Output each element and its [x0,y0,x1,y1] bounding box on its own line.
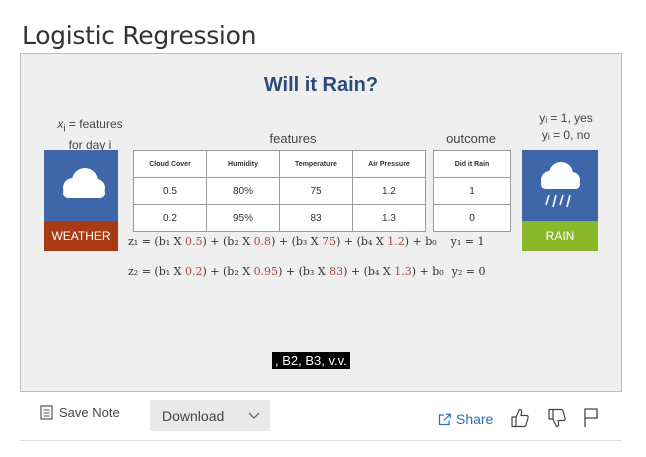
outcome-label: outcome [446,131,496,146]
eq-value: 1.3 [394,265,412,278]
table-row: 1 [433,177,511,205]
eq-value: 75 [322,235,337,248]
table-cell: 1 [433,177,511,205]
eq-text: z₁ = (b₁ X [128,235,185,248]
features-table: Cloud Cover Humidity Temperature Air Pre… [133,150,426,232]
table-cell: 1.2 [352,177,426,205]
eq-value: 1.2 [387,235,405,248]
features-label: features [269,131,317,146]
eq-value: 0.95 [253,265,279,278]
outcome-yes: yᵢ = 1, yes [539,111,593,125]
table-cell: 80% [206,177,280,205]
share-icon [438,413,451,426]
share-button[interactable]: Share [438,411,493,427]
flag-icon[interactable] [583,407,599,429]
table-cell: 0.5 [133,177,207,205]
eq-value: 0.5 [184,235,203,248]
note-icon [40,405,53,420]
header-temperature: Temperature [279,150,353,178]
video-toolbar: Save Note Download Share [0,392,646,442]
chevron-down-icon [248,412,260,419]
header-cloud-cover: Cloud Cover [133,150,207,178]
weather-card-image [44,150,118,221]
table-cell: 0.2 [133,204,207,232]
features-definition: xi = features for day i [45,116,135,153]
save-note-button[interactable]: Save Note [40,405,120,420]
eq-outcome: y₂ = 0 [451,265,486,278]
eq-text: z₂ = (b₁ X [128,265,185,278]
eq-text: ) + (b₃ X [278,265,330,278]
weather-card: WEATHER [44,150,118,251]
rain-card: RAIN [522,150,598,251]
table-cell: 95% [206,204,280,232]
cloud-icon [63,168,105,198]
outcome-header-row: Did it Rain [433,150,511,178]
table-row: 0 [433,204,511,232]
eq-value: 0.2 [184,265,203,278]
thumbs-down-icon[interactable] [547,407,567,429]
table-cell: 83 [279,204,353,232]
slide-title: Will it Rain? [263,74,379,96]
outcome-definition: yᵢ = 1, yes yᵢ = 0, no [526,110,606,144]
rain-card-image [522,150,598,221]
video-player[interactable]: Will it Rain? xi = features for day i yᵢ… [20,53,622,392]
eq-text: ) + (b₃ X [271,235,323,248]
eq-value: 0.8 [253,235,272,248]
table-cell: 1.3 [352,204,426,232]
eq-text: ) + b₀ [404,235,437,248]
outcome-no: yᵢ = 0, no [541,128,591,142]
eq-outcome: y₁ = 1 [450,235,485,248]
outcome-table: Did it Rain 1 0 [433,150,511,232]
page-title: Logistic Regression [22,20,257,50]
features-header-row: Cloud Cover Humidity Temperature Air Pre… [133,150,426,178]
download-dropdown[interactable]: Download [150,400,270,431]
table-cell: 75 [279,177,353,205]
eq-text: ) + (b₂ X [202,265,254,278]
weather-label: WEATHER [44,221,118,251]
eq-text: ) + (b₂ X [202,235,254,248]
table-row: 0.2 95% 83 1.3 [133,204,426,232]
header-did-it-rain: Did it Rain [433,150,511,178]
rain-label: RAIN [522,221,598,251]
table-row: 0.5 80% 75 1.2 [133,177,426,205]
eq-value: 83 [329,265,344,278]
save-note-label: Save Note [59,405,120,420]
features-definition-rest: = features [65,117,123,131]
divider [20,440,622,441]
equation-1: z₁ = (b₁ X 0.5) + (b₂ X 0.8) + (b₃ X 75)… [128,235,485,248]
header-humidity: Humidity [206,150,280,178]
eq-text: ) + (b₄ X [336,235,388,248]
eq-text: ) + b₀ [411,265,444,278]
header-air-pressure: Air Pressure [352,150,426,178]
rain-cloud-icon [541,162,580,208]
eq-text: ) + (b₄ X [343,265,395,278]
video-caption: , B2, B3, v.v. [272,352,350,369]
share-label: Share [456,411,494,427]
download-label: Download [162,408,225,424]
equation-2: z₂ = (b₁ X 0.2) + (b₂ X 0.95) + (b₃ X 83… [128,265,486,278]
thumbs-up-icon[interactable] [510,407,530,429]
table-cell: 0 [433,204,511,232]
